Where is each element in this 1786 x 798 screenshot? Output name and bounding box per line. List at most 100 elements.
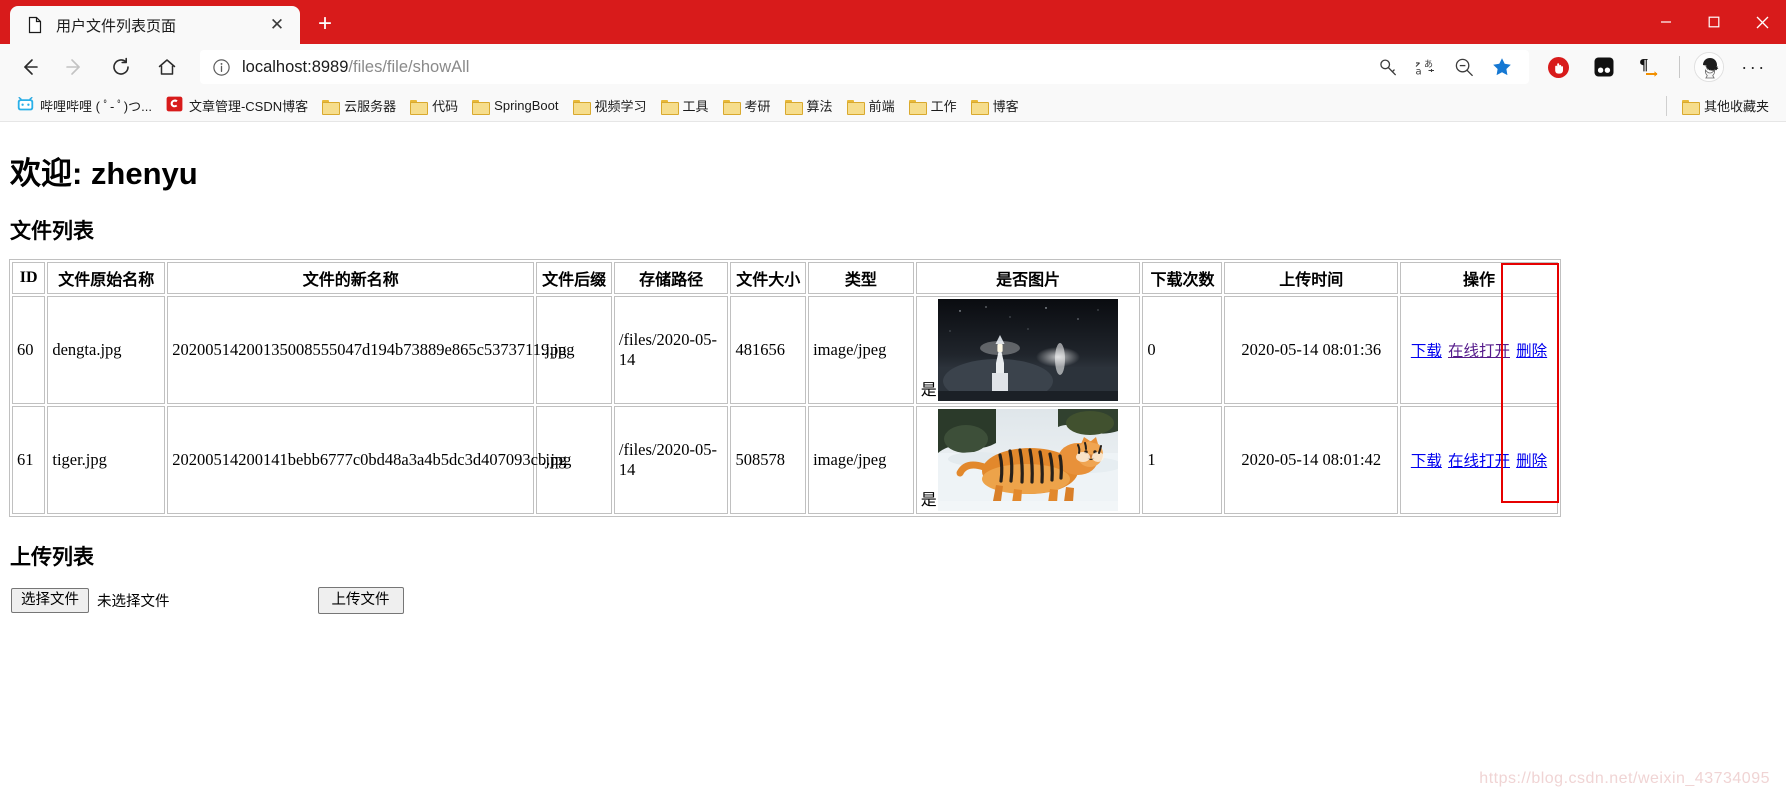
window-controls [1642,0,1786,44]
bookmark-folder-kaoyan[interactable]: 考研 [716,93,778,119]
more-options-icon[interactable]: ··· [1732,49,1776,85]
cell-new-name: 20200514200135008555047d194b73889e865c53… [167,296,575,404]
bookmarks-bar: 哔哩哔哩 ( ﾟ- ﾟ)つ... 文章管理-CSDN博客 云服务器 代码 Spr… [0,90,1786,122]
bookmark-folder-suanfa[interactable]: 算法 [778,93,840,119]
back-arrow-icon[interactable] [9,49,49,85]
new-tab-button[interactable]: + [308,7,342,41]
col-header-extension: 文件后缀 [536,262,612,294]
col-header-upload-time: 上传时间 [1224,262,1398,294]
col-header-path: 存储路径 [613,262,729,294]
bookmark-label: SpringBoot [494,98,559,113]
extension-icons: ¶ [1535,49,1673,85]
key-icon[interactable] [1369,52,1407,82]
cell-original-name: dengta.jpg [47,296,166,404]
forward-arrow-icon[interactable] [55,49,95,85]
zoom-out-icon[interactable] [1445,52,1483,82]
avatar-image [1694,52,1724,82]
folder-icon [846,99,865,115]
url-path: /files/file/showAll [348,57,470,76]
upload-form: 选择文件 未选择文件 上传文件 [11,587,1778,614]
open-online-link[interactable]: 在线打开 [1448,343,1510,360]
bookmark-csdn[interactable]: 文章管理-CSDN博客 [159,93,315,119]
bookmark-folder-daima[interactable]: 代码 [403,93,465,119]
bookmark-label: 工具 [682,99,709,114]
bookmark-folder-springboot[interactable]: SpringBoot [465,93,565,119]
bookmark-folder-gongju[interactable]: 工具 [654,93,716,119]
open-online-link[interactable]: 在线打开 [1448,453,1510,470]
address-bar[interactable]: localhost:8989/files/file/showAll a あ [200,50,1529,84]
bookmark-folder-yunfuwuqi[interactable]: 云服务器 [315,93,403,119]
folder-icon [322,99,341,115]
browser-window: 用户文件列表页面 ✕ + localhost:8989/files/file/s… [0,0,1786,798]
folder-icon [784,99,803,115]
adblock-stop-icon[interactable] [1535,49,1581,85]
col-header-operations: 操作 [1399,262,1558,294]
cell-new-name: 20200514200141bebb6777c0bd48a3a4b5dc3d40… [167,406,571,514]
delete-link[interactable]: 删除 [1516,343,1547,360]
bookmarks-divider [1665,95,1667,116]
table-row: 60 dengta.jpg 20200514200135008555047d19… [12,296,1558,404]
col-header-new-name: 文件的新名称 [167,262,535,294]
home-icon[interactable] [147,49,187,85]
svg-text:あ: あ [1424,59,1433,70]
cell-path: /files/2020-05-14 [613,406,729,514]
folder-icon [472,99,491,115]
col-header-size: 文件大小 [730,262,807,294]
favorites-star-icon[interactable] [1483,52,1521,82]
file-table: ID 文件原始名称 文件的新名称 文件后缀 存储路径 文件大小 类型 是否图片 … [9,259,1561,517]
folder-icon [970,99,989,115]
minimize-icon[interactable] [1642,0,1690,44]
bilibili-icon [17,96,34,115]
bookmark-label: 考研 [744,99,771,114]
bookmark-folder-shipinxuexi[interactable]: 视频学习 [566,93,654,119]
folder-icon [722,99,741,115]
folder-icon [660,99,679,115]
watermark: https://blog.csdn.net/weixin_43734095 [1479,770,1770,787]
svg-text:a: a [1416,67,1422,78]
col-header-downloads: 下载次数 [1142,262,1223,294]
col-header-id: ID [12,262,46,294]
bookmark-bilibili[interactable]: 哔哩哔哩 ( ﾟ- ﾟ)つ... [10,93,159,119]
bookmark-label: 视频学习 [594,99,647,114]
page-viewport: 欢迎: zhenyu 文件列表 ID 文件原始名称 文件的新名称 文件后缀 存储… [0,122,1786,798]
browser-tab[interactable]: 用户文件列表页面 ✕ [10,6,300,44]
bookmark-other-folder[interactable]: 其他收藏夹 [1675,93,1776,119]
cell-thumbnail: 是 [915,406,1141,514]
paragraph-arrow-icon[interactable]: ¶ [1627,49,1673,85]
bookmark-label: 算法 [806,99,833,114]
bookmark-label: 代码 [432,99,459,114]
bookmark-folder-boke[interactable]: 博客 [964,93,1026,119]
reload-icon[interactable] [101,49,141,85]
folder-icon [1681,99,1700,115]
url-host: localhost:8989 [242,57,349,76]
cell-id: 60 [12,296,46,404]
info-icon[interactable] [208,54,234,80]
close-icon[interactable]: ✕ [264,12,290,38]
cell-original-name: tiger.jpg [47,406,166,514]
cell-path: /files/2020-05-14 [613,296,729,404]
folder-icon [908,99,927,115]
cell-operations: 下载 在线打开 删除 [1399,296,1558,404]
download-link[interactable]: 下载 [1411,453,1442,470]
file-status-text: 未选择文件 [97,593,170,610]
delete-link[interactable]: 删除 [1516,453,1547,470]
bookmark-label: 文章管理-CSDN博客 [188,99,309,114]
window-close-icon[interactable] [1738,0,1786,44]
avatar[interactable] [1686,49,1732,85]
bookmark-folder-qianduan[interactable]: 前端 [840,93,902,119]
upload-list-heading: 上传列表 [10,546,94,569]
bookmark-label: 博客 [992,99,1019,114]
choose-file-button[interactable]: 选择文件 [11,588,89,613]
cell-operations: 下载 在线打开 删除 [1399,406,1558,514]
url-text: localhost:8989/files/file/showAll [242,58,469,77]
upload-file-button[interactable]: 上传文件 [317,587,404,614]
download-link[interactable]: 下载 [1411,343,1442,360]
address-bar-icons: a あ [1369,52,1521,82]
dark-reader-icon[interactable] [1581,49,1627,85]
translate-icon[interactable]: a あ [1407,52,1445,82]
page-content: 欢迎: zhenyu 文件列表 ID 文件原始名称 文件的新名称 文件后缀 存储… [0,122,1786,614]
maximize-icon[interactable] [1690,0,1738,44]
is-image-label: 是 [920,492,937,509]
csdn-icon [166,96,183,115]
bookmark-folder-gongzuo[interactable]: 工作 [902,93,964,119]
